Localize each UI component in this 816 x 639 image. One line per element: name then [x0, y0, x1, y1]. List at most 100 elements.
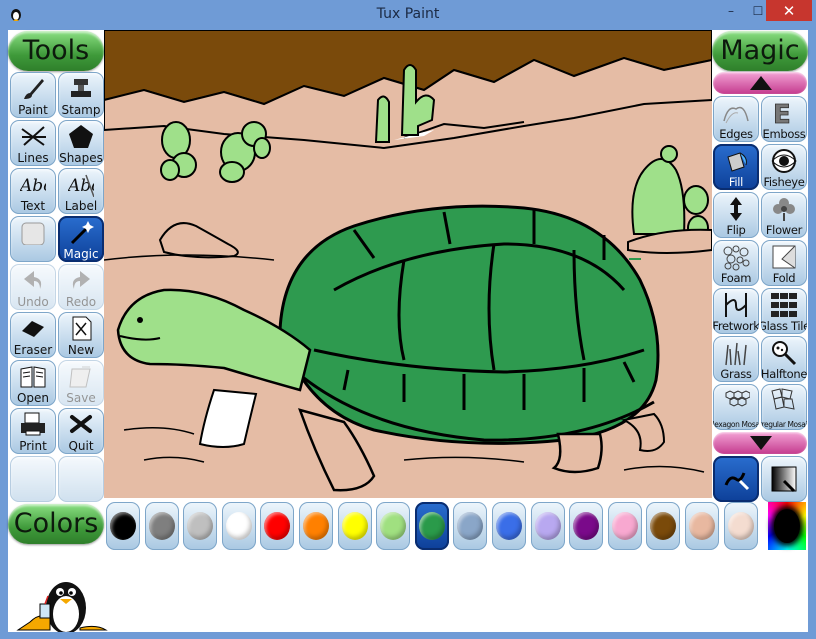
color-swatch-red[interactable] — [260, 502, 295, 550]
magic-tool-label: Fisheye — [763, 175, 805, 189]
color-swatch-gray[interactable] — [144, 502, 179, 550]
window-title: Tux Paint — [376, 6, 440, 22]
tool-quit-button[interactable]: Quit — [58, 408, 104, 454]
color-swatch-brown[interactable] — [646, 502, 681, 550]
color-picker-rainbow[interactable] — [768, 502, 806, 550]
tool-label: Text — [20, 199, 46, 213]
color-dot — [264, 512, 291, 540]
color-dot — [148, 512, 175, 540]
tool-label: New — [67, 343, 95, 357]
tool-open-button[interactable]: Open — [10, 360, 56, 406]
tool-shapes-button[interactable]: Shapes — [58, 120, 104, 166]
paintbrush-icon — [24, 79, 44, 99]
magic-flip-button[interactable]: Flip — [713, 192, 759, 238]
fill-bucket-icon — [727, 152, 747, 172]
magic-edges-button[interactable]: Edges — [713, 96, 759, 142]
title-bar[interactable]: Tux Paint – ☐ ✕ — [0, 0, 816, 31]
color-dot — [650, 512, 677, 540]
tool-save-button[interactable]: Save — [58, 360, 104, 406]
color-swatch-green[interactable] — [414, 502, 449, 550]
tool-new-button[interactable]: New — [58, 312, 104, 358]
fold-icon — [772, 245, 796, 269]
magic-glass-tile-button[interactable]: Glass Tile — [761, 288, 807, 334]
color-dot — [496, 512, 522, 540]
magic-panel: Magic Edges E Emboss Fill Fisheye Flip Flower F… — [712, 30, 808, 502]
tool-blank-button[interactable] — [10, 216, 56, 262]
magic-irregular-mosaic-button[interactable]: Irregular Mosaic — [761, 384, 807, 430]
color-dot — [534, 512, 561, 540]
irregular-mosaic-icon — [771, 388, 795, 410]
color-dot — [457, 512, 484, 540]
color-swatch-pink[interactable] — [607, 502, 642, 550]
magic-header: Magic — [712, 31, 808, 71]
color-dot — [187, 512, 214, 540]
magic-scroll-up-button[interactable] — [713, 72, 807, 94]
tool-paint-button[interactable]: Paint — [10, 72, 56, 118]
tool-stamp-button[interactable]: Stamp — [58, 72, 104, 118]
magic-fold-button[interactable]: Fold — [761, 240, 807, 286]
magic-grass-button[interactable]: Grass — [713, 336, 759, 382]
magic-flower-button[interactable]: Flower — [761, 192, 807, 238]
redo-icon — [72, 271, 90, 289]
tool-magic-button[interactable]: Magic — [58, 216, 104, 262]
color-dot — [727, 512, 754, 540]
tool-label: Paint — [18, 103, 48, 117]
magic-emboss-button[interactable]: E Emboss — [761, 96, 807, 142]
magic-fretwork-button[interactable]: Fretwork — [713, 288, 759, 334]
tool-label-button[interactable]: Abc Label — [58, 168, 104, 214]
color-swatch-slate-blue[interactable] — [453, 502, 488, 550]
magic-halftone-button[interactable]: Halftone — [761, 336, 807, 382]
eraser-icon — [22, 321, 44, 337]
color-dot — [380, 512, 407, 540]
magic-fill-button[interactable]: Fill — [713, 144, 759, 190]
tool-eraser-button[interactable]: Eraser — [10, 312, 56, 358]
color-swatch-white[interactable] — [221, 502, 256, 550]
magic-paint-mode-button[interactable] — [713, 456, 759, 502]
color-dot — [418, 512, 445, 540]
new-page-icon — [72, 316, 92, 341]
magic-hexagon-mosaic-button[interactable]: Hexagon Mosaic — [713, 384, 759, 430]
tool-print-button[interactable]: Print — [10, 408, 56, 454]
color-swatch-purple[interactable] — [569, 502, 604, 550]
color-swatch-lavender[interactable] — [530, 502, 565, 550]
color-swatch-beige[interactable] — [723, 502, 758, 550]
color-swatch-yellow[interactable] — [337, 502, 372, 550]
window-frame-bottom — [0, 632, 816, 639]
minimize-button[interactable]: – — [718, 0, 744, 21]
color-dot — [225, 512, 252, 540]
grass-icon — [725, 342, 747, 366]
magic-tool-label: Fretwork — [713, 319, 759, 333]
close-button[interactable]: ✕ — [766, 0, 812, 21]
color-swatch-blue[interactable] — [492, 502, 526, 550]
color-swatch-orange[interactable] — [299, 502, 333, 550]
color-swatch-light-green[interactable] — [376, 502, 411, 550]
color-swatch-light-gray[interactable] — [183, 502, 218, 550]
tool-redo-button[interactable]: Redo — [58, 264, 104, 310]
fullscreen-mode-icon — [771, 466, 797, 493]
svg-text:E: E — [773, 100, 791, 127]
tool-label: Open — [16, 391, 50, 405]
tool-label: Eraser — [13, 343, 53, 357]
tool-undo-button[interactable]: Undo — [10, 264, 56, 310]
color-picker-center — [774, 509, 800, 543]
tux-paint-app: Tools Paint Stamp Lines Shapes Abc Text Abc Lab… — [8, 30, 808, 632]
magic-scroll-down-button[interactable] — [713, 432, 807, 454]
drawing-canvas[interactable] — [104, 30, 712, 498]
window-frame-right — [808, 30, 816, 639]
tool-label: Undo — [17, 295, 49, 309]
edges-icon — [723, 106, 749, 124]
magic-fisheye-button[interactable]: Fisheye — [761, 144, 807, 190]
color-swatch-tan[interactable] — [685, 502, 719, 550]
tool-label: Lines — [17, 151, 49, 165]
color-dot — [689, 512, 715, 540]
tool-label: Save — [66, 391, 96, 405]
color-swatch-black[interactable] — [106, 502, 140, 550]
tool-text-button[interactable]: Abc Text — [10, 168, 56, 214]
magic-tool-label: Foam — [720, 271, 752, 285]
tool-lines-button[interactable]: Lines — [10, 120, 56, 166]
hexagon-mosaic-icon — [725, 390, 750, 407]
canvas-artwork — [104, 30, 712, 498]
stamp-icon — [71, 79, 91, 97]
magic-fullscreen-mode-button[interactable] — [761, 456, 807, 502]
magic-foam-button[interactable]: Foam — [713, 240, 759, 286]
